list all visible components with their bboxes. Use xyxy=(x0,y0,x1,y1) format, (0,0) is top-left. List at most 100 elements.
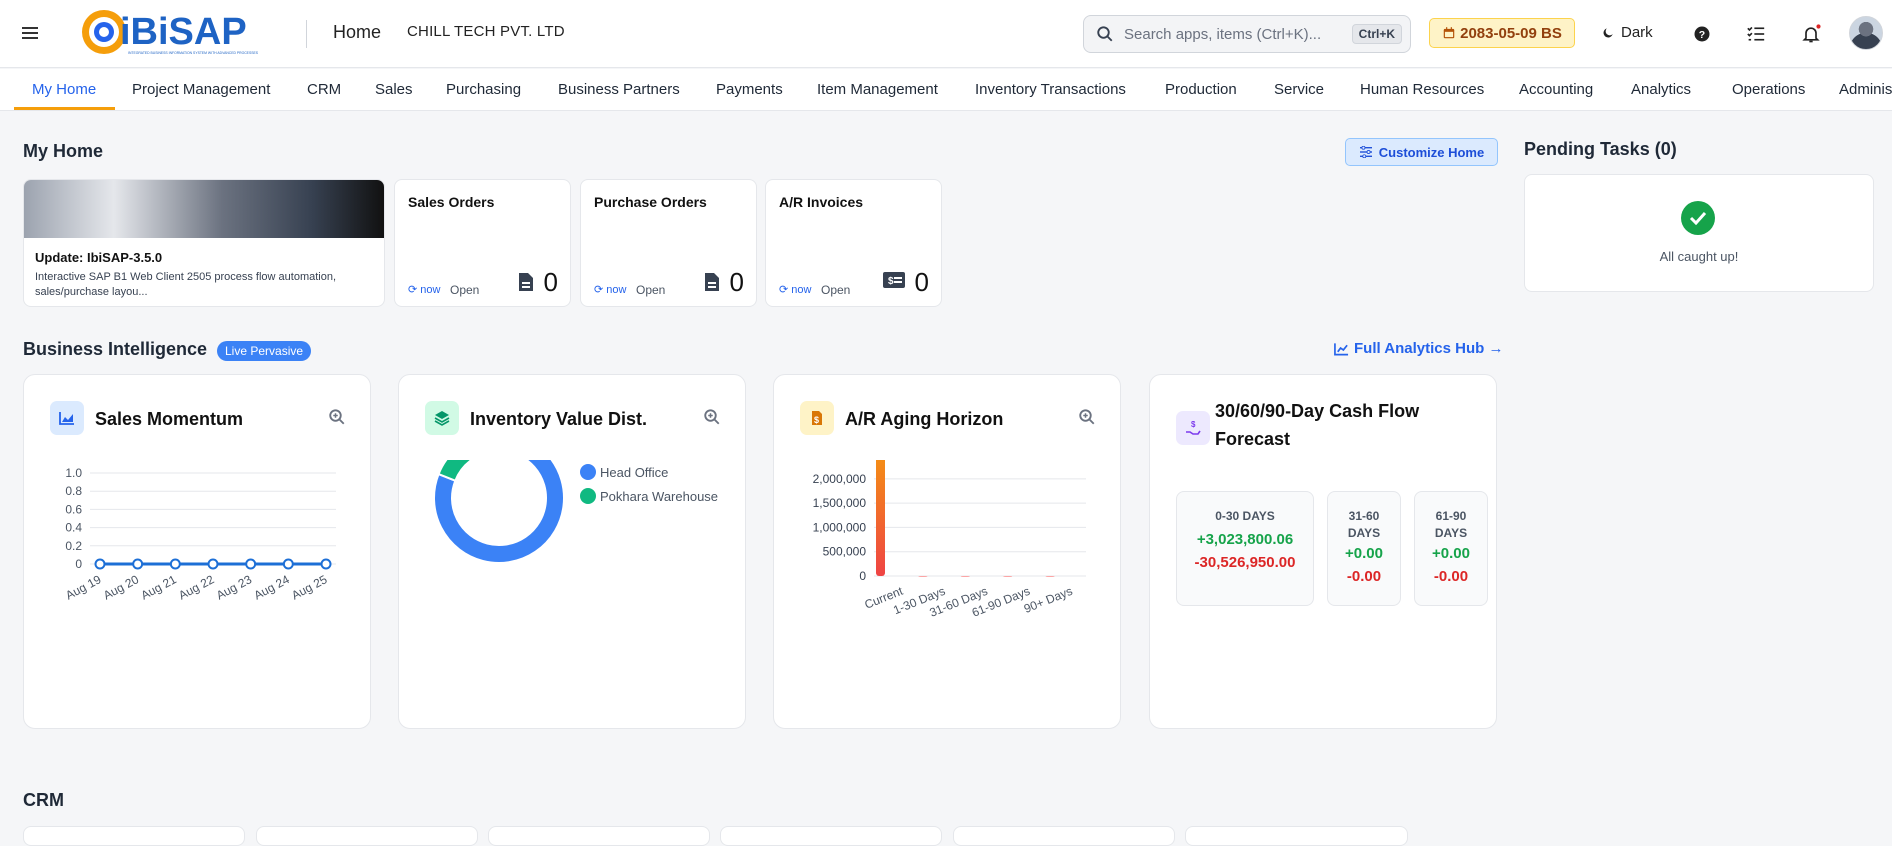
y-tick-label: 0.6 xyxy=(65,502,82,516)
help-icon[interactable]: ? xyxy=(1690,22,1714,46)
pending-tasks-card: All caught up! xyxy=(1524,174,1874,292)
page-title: Home xyxy=(333,22,382,42)
kpi-purchase-orders[interactable]: Purchase Orders ⟳ now Open 0 xyxy=(580,179,757,307)
tab-project-management[interactable]: Project Management xyxy=(132,81,270,98)
aging-bar xyxy=(1045,576,1055,577)
search-input[interactable]: Search apps, items (Ctrl+K)... Ctrl+K xyxy=(1083,15,1411,53)
cash-flow-31-60: 31-60 DAYS +0.00 -0.00 xyxy=(1327,491,1401,606)
document-icon xyxy=(519,273,533,291)
y-tick-label: 0.8 xyxy=(65,484,82,498)
x-tick-label: Aug 25 xyxy=(289,572,329,602)
tab-service[interactable]: Service xyxy=(1274,81,1324,98)
zoom-icon[interactable] xyxy=(703,408,721,426)
legend-label: Head Office xyxy=(600,465,668,480)
crm-section-title: CRM xyxy=(23,790,64,810)
tab-business-partners[interactable]: Business Partners xyxy=(558,81,680,98)
kpi-sales-orders[interactable]: Sales Orders ⟳ now Open 0 xyxy=(394,179,571,307)
kpi-title: Sales Orders xyxy=(408,194,495,210)
cf-outflow: -0.00 xyxy=(1346,568,1382,585)
area-chart-icon xyxy=(50,401,84,435)
update-card[interactable]: Update: IbiSAP-3.5.0 Interactive SAP B1 … xyxy=(23,179,385,307)
x-tick-label: Aug 24 xyxy=(252,572,292,602)
cf-label: 0-30 DAYS xyxy=(1215,509,1275,523)
zoom-icon[interactable] xyxy=(1078,408,1096,426)
crm-card[interactable] xyxy=(1185,826,1408,846)
data-point xyxy=(169,558,181,570)
x-tick-label: Aug 23 xyxy=(214,572,254,602)
tab-production[interactable]: Production xyxy=(1165,81,1237,98)
svg-text:iBiSAP: iBiSAP xyxy=(120,11,247,53)
avatar[interactable] xyxy=(1849,16,1883,50)
crm-card[interactable] xyxy=(953,826,1175,846)
tab-accounting[interactable]: Accounting xyxy=(1519,81,1593,98)
tab-human-resources[interactable]: Human Resources xyxy=(1360,81,1484,98)
zoom-icon[interactable] xyxy=(328,408,346,426)
hub-label: Full Analytics Hub → xyxy=(1354,340,1504,357)
tab-crm[interactable]: CRM xyxy=(307,81,341,98)
menu-icon[interactable] xyxy=(22,24,44,42)
legend-label: Pokhara Warehouse xyxy=(600,489,718,504)
theme-toggle[interactable]: Dark xyxy=(1601,24,1653,41)
refresh-now[interactable]: ⟳ now xyxy=(779,283,811,296)
aging-bar xyxy=(960,576,970,577)
aging-bar xyxy=(1003,576,1013,577)
header-divider xyxy=(306,20,307,48)
kpi-status: Open xyxy=(450,283,480,297)
full-analytics-hub-link[interactable]: Full Analytics Hub → xyxy=(1334,340,1503,357)
y-tick-label: 0.2 xyxy=(65,539,82,553)
inventory-value-card: Inventory Value Dist. Head Office Pokhara… xyxy=(398,374,746,729)
data-point xyxy=(245,558,257,570)
crm-card[interactable] xyxy=(256,826,478,846)
tab-administration[interactable]: Adminis xyxy=(1839,81,1892,98)
invoice-icon: $ xyxy=(883,272,905,288)
document-icon xyxy=(705,273,719,291)
kpi-value: 0 xyxy=(543,267,558,297)
y-tick-label: 2,500,000 xyxy=(813,460,867,462)
invoice-dollar-icon: $ xyxy=(800,401,834,435)
crm-card[interactable] xyxy=(720,826,942,846)
crm-card[interactable] xyxy=(23,826,245,846)
my-home-title: My Home xyxy=(23,141,104,161)
y-tick-label: 1,500,000 xyxy=(813,496,867,510)
check-icon xyxy=(1681,201,1715,235)
svg-text:$: $ xyxy=(888,276,894,287)
top-bar: iBiSAP INTEGRATED BUSINESS INFORMATION S… xyxy=(0,0,1892,68)
update-title: Update: IbiSAP-3.5.0 xyxy=(35,250,163,265)
tab-analytics[interactable]: Analytics xyxy=(1631,81,1691,98)
card-title: 30/60/90-Day Cash Flow Forecast xyxy=(1215,401,1420,449)
tab-inventory-transactions[interactable]: Inventory Transactions xyxy=(975,81,1126,98)
legend-swatch xyxy=(580,464,596,480)
y-tick-label: 0 xyxy=(75,557,82,571)
tab-item-management[interactable]: Item Management xyxy=(817,81,938,98)
y-tick-label: 1,000,000 xyxy=(813,520,867,534)
refresh-now[interactable]: ⟳ now xyxy=(408,283,440,296)
y-tick-label: 500,000 xyxy=(823,545,867,559)
data-point xyxy=(320,558,332,570)
cash-flow-card: $ 30/60/90-Day Cash Flow Forecast 0-30 D… xyxy=(1149,374,1497,729)
aging-bar xyxy=(876,460,885,576)
tab-purchasing[interactable]: Purchasing xyxy=(446,81,521,98)
card-title: A/R Aging Horizon xyxy=(845,409,1004,429)
tab-sales[interactable]: Sales xyxy=(375,81,413,98)
tasks-list-icon[interactable] xyxy=(1744,22,1768,46)
y-tick-label: 0.4 xyxy=(65,521,82,535)
crm-card[interactable] xyxy=(488,826,710,846)
data-point xyxy=(282,558,294,570)
ibisap-logo[interactable]: iBiSAP INTEGRATED BUSINESS INFORMATION S… xyxy=(78,4,278,60)
refresh-now[interactable]: ⟳ now xyxy=(594,283,626,296)
kpi-status: Open xyxy=(636,283,666,297)
tab-my-home[interactable]: My Home xyxy=(32,81,96,98)
cf-label: 61-90 DAYS xyxy=(1434,509,1468,540)
theme-label: Dark xyxy=(1621,24,1653,41)
company-name[interactable]: CHILL TECH PVT. LTD xyxy=(407,23,565,40)
customize-home-button[interactable]: Customize Home xyxy=(1345,138,1498,166)
active-tab-indicator xyxy=(14,107,115,110)
cash-flow-0-30: 0-30 DAYS +3,023,800.06 -30,526,950.00 xyxy=(1176,491,1314,606)
cf-outflow: -0.00 xyxy=(1433,568,1469,585)
date-badge[interactable]: 2083-05-09 BS xyxy=(1429,18,1575,48)
bell-icon[interactable] xyxy=(1799,22,1823,46)
search-shortcut: Ctrl+K xyxy=(1351,24,1402,44)
kpi-ar-invoices[interactable]: A/R Invoices ⟳ now Open $ 0 xyxy=(765,179,942,307)
tab-operations[interactable]: Operations xyxy=(1732,81,1805,98)
tab-payments[interactable]: Payments xyxy=(716,81,783,98)
